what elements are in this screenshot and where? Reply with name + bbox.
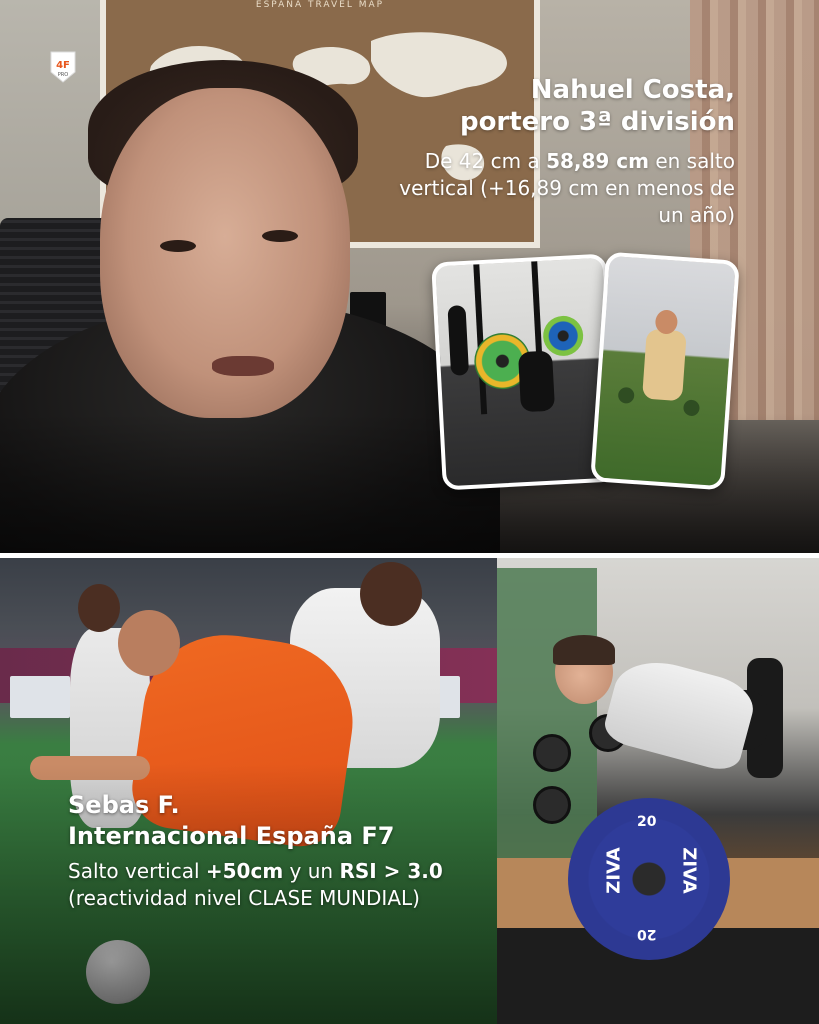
weight-plate: [533, 786, 571, 824]
bumper-plate: [542, 314, 585, 357]
athlete-1-role: portero 3ª división: [459, 107, 735, 137]
kettlebell: [617, 386, 635, 404]
coach: [447, 305, 470, 376]
athlete-1-headline: Nahuel Costa, portero 3ª división: [355, 74, 735, 138]
svg-text:4F: 4F: [56, 60, 70, 71]
plate-brand-left: ZIVA: [603, 847, 625, 894]
map-caption: ESPAÑA TRAVEL MAP: [255, 0, 385, 10]
athlete-1-name: Nahuel Costa,: [530, 75, 735, 105]
athlete-2-desc-highlight-1: +50cm: [205, 859, 284, 883]
svg-text:PRO: PRO: [58, 72, 68, 78]
athlete-2-description: Salto vertical +50cm y un RSI > 3.0 (rea…: [68, 858, 488, 912]
brand-logo-icon: 4F PRO: [50, 51, 76, 83]
left-eye: [160, 240, 196, 252]
athlete-1-desc-highlight: 58,89 cm: [546, 149, 649, 173]
athlete-squatting: [517, 350, 556, 413]
athlete-2-desc-prefix: Salto vertical: [68, 859, 206, 883]
player-head: [78, 584, 120, 632]
athlete-2-name: Sebas F.: [68, 791, 180, 819]
athlete-1-desc-prefix: De 42 cm a: [424, 149, 547, 173]
athlete-2-headline: Sebas F. Internacional España F7: [68, 790, 488, 852]
athlete-2-role: Internacional España F7: [68, 822, 395, 850]
athlete-2-desc-middle: y un: [283, 859, 340, 883]
kettlebell: [682, 399, 701, 417]
athlete-1-description: De 42 cm a 58,89 cm en salto vertical (+…: [375, 148, 735, 229]
plate-brand-right: ZIVA: [678, 847, 700, 894]
mouth: [212, 356, 274, 376]
athlete-2-desc-suffix: (reactividad nivel CLASE MUNDIAL): [68, 886, 420, 910]
ad-board: [10, 676, 70, 718]
athlete-2-desc-highlight-2: RSI > 3.0: [339, 859, 443, 883]
photo-card-squat: [431, 253, 618, 491]
weight-plate: [533, 734, 571, 772]
plate-weight-bottom: 20: [637, 926, 657, 942]
player-head: [360, 562, 422, 626]
lifter-hair: [553, 635, 615, 665]
plate-weight-top: 20: [637, 814, 657, 830]
player-head: [118, 610, 180, 676]
athlete-tank-top: [642, 328, 687, 402]
photo-card-lunge: [590, 251, 740, 491]
right-eye: [262, 230, 298, 242]
